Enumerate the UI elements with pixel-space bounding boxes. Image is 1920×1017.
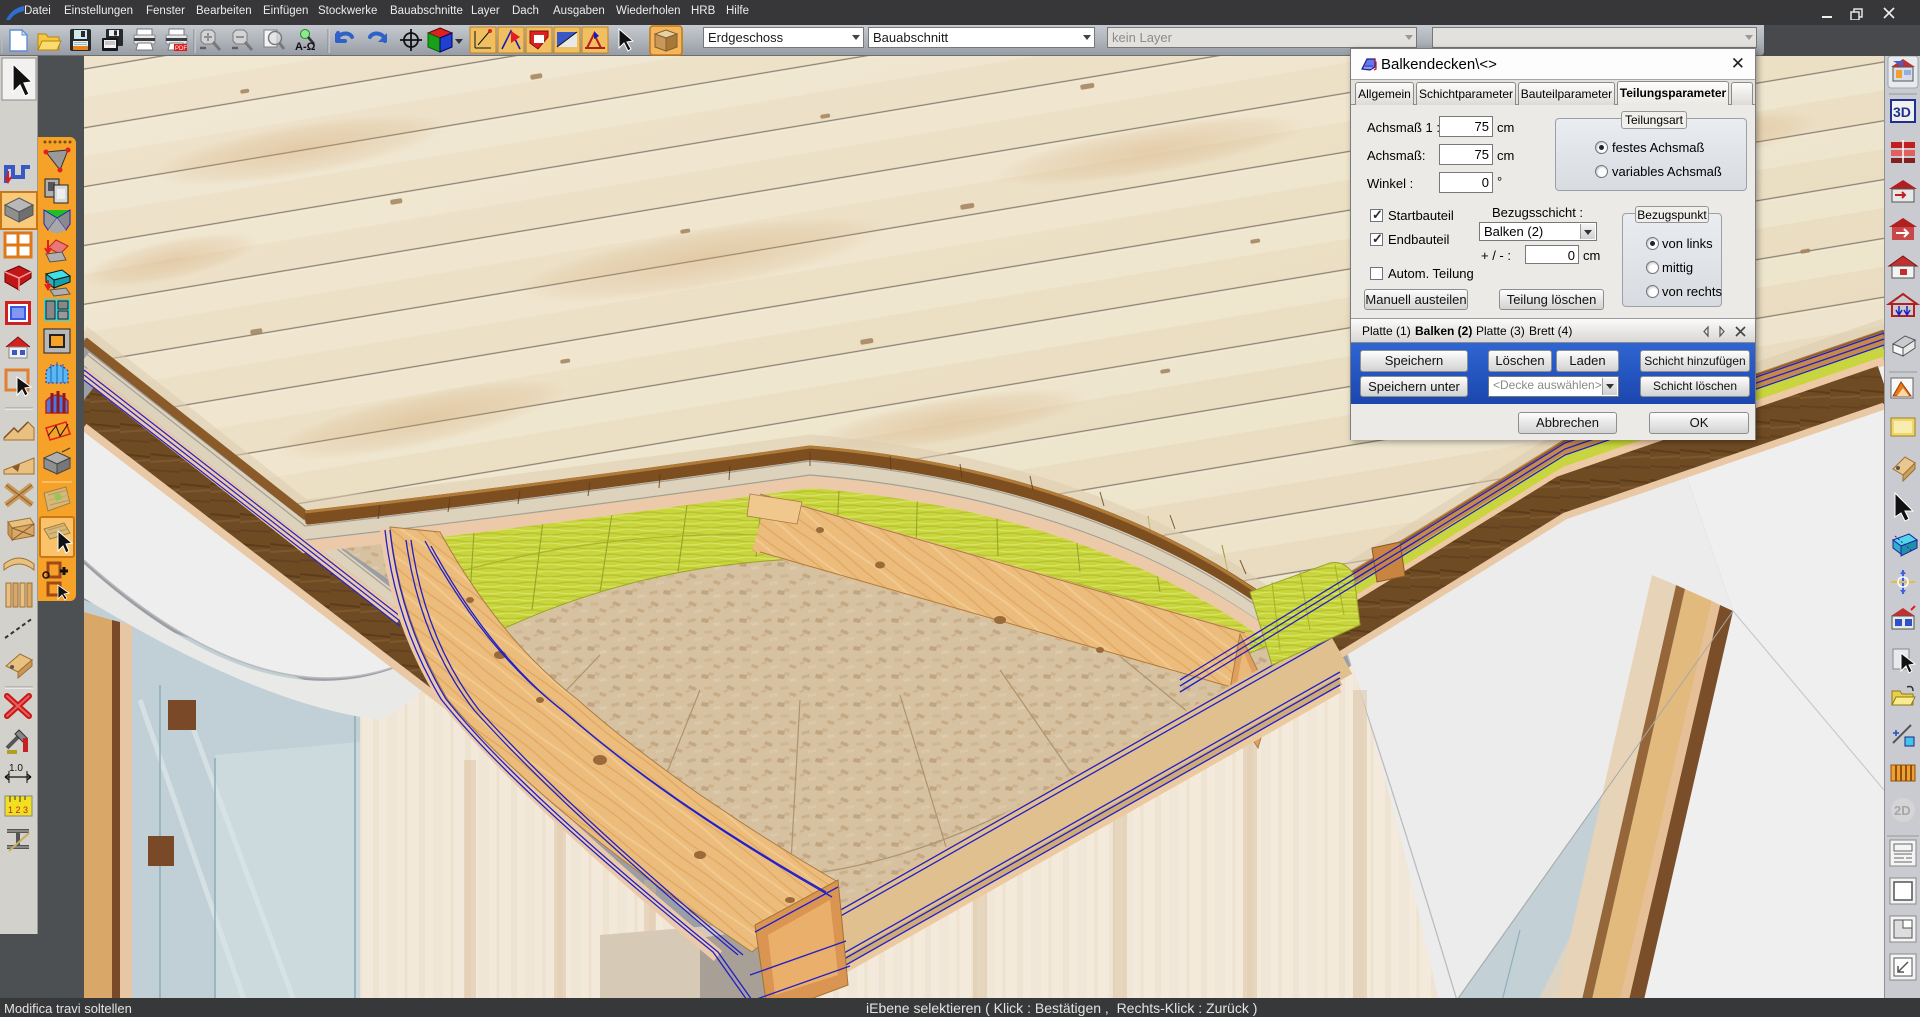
svg-text:2D: 2D <box>1894 803 1911 818</box>
svg-text:PDF: PDF <box>175 46 187 52</box>
svg-text:3D: 3D <box>1893 104 1911 120</box>
svg-text:A-Ω: A-Ω <box>295 41 316 53</box>
svg-text:1.0: 1.0 <box>9 763 23 774</box>
svg-text:1 2 3: 1 2 3 <box>8 805 28 815</box>
